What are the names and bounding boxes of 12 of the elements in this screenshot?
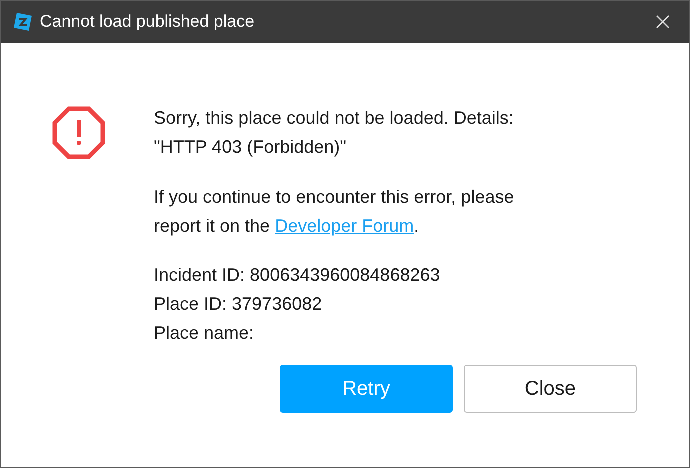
detail-line: Incident ID: 8006343960084868263 bbox=[154, 264, 442, 287]
help-text: If you continue to encounter this error, please report it on the Developer Forum. bbox=[154, 186, 514, 238]
window-title: Cannot load published place bbox=[40, 11, 255, 34]
stop-sign-icon bbox=[52, 106, 106, 160]
detail-line: Place ID: 379736082 bbox=[154, 293, 324, 316]
app-icon bbox=[13, 12, 33, 32]
forum-link[interactable]: Developer Forum bbox=[275, 216, 414, 236]
detail-line: Place name: bbox=[154, 322, 256, 345]
close-icon[interactable] bbox=[656, 15, 670, 29]
retry-button[interactable]: Retry bbox=[280, 365, 453, 413]
close-button[interactable]: Close bbox=[464, 365, 637, 413]
error-message: Sorry, this place could not be loaded. Details: "HTTP 403 (Forbidden)" bbox=[154, 107, 514, 159]
